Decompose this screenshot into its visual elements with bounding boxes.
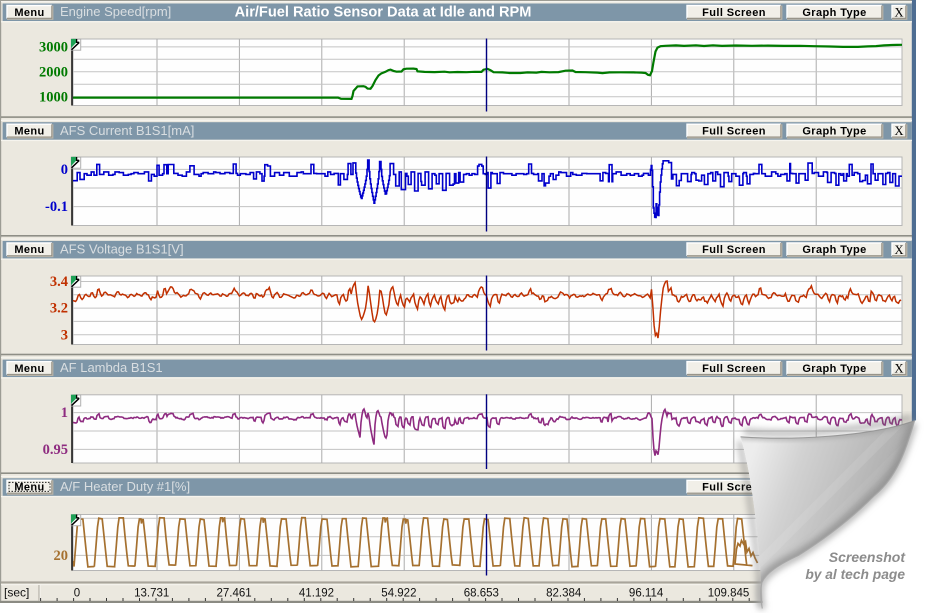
svg-text:Full Screen: Full Screen [702,126,766,138]
svg-text:X: X [894,243,903,257]
svg-text:AFS Voltage B1S1[V]: AFS Voltage B1S1[V] [60,242,184,257]
svg-text:Menu: Menu [14,244,44,256]
svg-text:AFS Current B1S1[mA]: AFS Current B1S1[mA] [60,123,194,138]
svg-text:X: X [894,6,903,20]
svg-text:Menu: Menu [14,363,44,375]
svg-text:Graph Type: Graph Type [802,126,866,138]
svg-text:Engine Speed[rpm]: Engine Speed[rpm] [60,4,171,19]
svg-text:Menu: Menu [14,7,44,19]
svg-text:Air/Fuel Ratio Sensor Data at: Air/Fuel Ratio Sensor Data at Idle and R… [235,5,532,21]
svg-text:54.922: 54.922 [381,588,416,600]
svg-text:AF Lambda B1S1: AF Lambda B1S1 [60,360,163,375]
svg-text:Full Screen: Full Screen [702,363,766,375]
svg-text:[sec]: [sec] [4,586,29,600]
svg-text:3.2: 3.2 [50,301,68,317]
svg-text:41.192: 41.192 [299,588,334,600]
svg-text:X: X [894,124,903,138]
svg-text:Graph Type: Graph Type [802,244,866,256]
svg-text:20: 20 [54,548,69,564]
svg-text:Menu: Menu [14,482,44,494]
svg-text:13.731: 13.731 [134,588,169,600]
svg-text:-0.1: -0.1 [45,199,68,215]
svg-text:2000: 2000 [39,64,68,80]
svg-text:0.95: 0.95 [43,442,68,458]
svg-text:1000: 1000 [39,89,68,105]
svg-text:0: 0 [61,162,68,178]
svg-text:109.845: 109.845 [708,588,750,600]
svg-text:X: X [894,362,903,376]
svg-text:Graph Type: Graph Type [802,7,866,19]
svg-text:3.4: 3.4 [50,274,68,290]
svg-text:Full Screen: Full Screen [702,244,766,256]
svg-text:96.114: 96.114 [629,588,664,600]
svg-text:A/F Heater Duty #1[%]: A/F Heater Duty #1[%] [60,479,190,494]
svg-text:Full Screen: Full Screen [702,7,766,19]
svg-text:1: 1 [61,405,68,421]
svg-text:0: 0 [74,588,80,600]
svg-text:Screenshot: Screenshot [829,549,907,565]
svg-text:3: 3 [61,327,68,343]
svg-text:3000: 3000 [39,40,68,56]
svg-text:Menu: Menu [14,126,44,138]
svg-text:27.461: 27.461 [217,588,252,600]
svg-text:68.653: 68.653 [464,588,499,600]
svg-text:Graph Type: Graph Type [802,363,866,375]
svg-text:by al tech page: by al tech page [805,567,905,582]
svg-text:82.384: 82.384 [546,588,582,600]
